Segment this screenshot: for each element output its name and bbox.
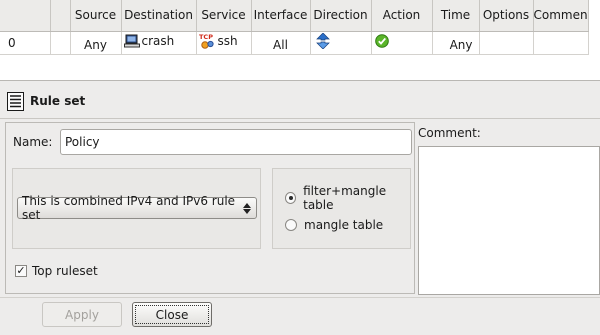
cell-source[interactable]: Any xyxy=(69,30,122,55)
radio-mangle-indicator[interactable] xyxy=(285,219,297,231)
cell-time[interactable]: Any xyxy=(431,30,480,55)
table-row[interactable]: 0 Any crash TCP ssh All Any xyxy=(0,30,589,55)
close-button[interactable]: Close xyxy=(132,302,212,327)
header-destination[interactable]: Destination xyxy=(121,0,197,32)
tcp-icon-label: TCP xyxy=(199,33,213,41)
comment-textarea[interactable] xyxy=(418,146,600,295)
header-options[interactable]: Options xyxy=(479,0,534,32)
empty-cell xyxy=(50,54,588,79)
header-time[interactable]: Time xyxy=(432,0,480,32)
table-header-row: Source Destination Service Interface Dir… xyxy=(0,0,589,32)
radio-filter-mangle-label: filter+mangle table xyxy=(303,184,387,212)
header-spacer xyxy=(50,0,71,32)
header-service[interactable]: Service xyxy=(196,0,252,32)
radio-mangle[interactable]: mangle table xyxy=(285,218,383,232)
bottom-separator xyxy=(0,297,600,298)
service-label: ssh xyxy=(217,34,238,48)
header-action[interactable]: Action xyxy=(371,0,433,32)
header-separator xyxy=(0,118,600,119)
select-arrows-icon xyxy=(242,201,252,215)
address-family-group: This is combined IPv4 and IPv6 rule set xyxy=(12,168,261,249)
host-icon xyxy=(123,34,140,48)
top-ruleset-label: Top ruleset xyxy=(32,264,98,278)
header-source[interactable]: Source xyxy=(70,0,122,32)
rules-table: Source Destination Service Interface Dir… xyxy=(0,0,589,79)
cell-service[interactable]: TCP ssh xyxy=(195,30,252,55)
comment-label: Comment: xyxy=(418,126,481,140)
address-family-select[interactable]: This is combined IPv4 and IPv6 rule set xyxy=(17,194,257,222)
empty-cell xyxy=(0,54,50,79)
row-spacer xyxy=(49,30,71,55)
top-ruleset-checkbox[interactable]: ✓ xyxy=(15,265,27,277)
ruleset-properties-panel: Name: This is combined IPv4 and IPv6 rul… xyxy=(5,122,415,294)
tcp-service-icon: TCP xyxy=(199,33,214,49)
name-label: Name: xyxy=(13,135,53,149)
header-direction[interactable]: Direction xyxy=(310,0,372,32)
ruleset-title: Rule set xyxy=(30,94,86,108)
rules-table-area: Source Destination Service Interface Dir… xyxy=(0,0,600,81)
table-option-group: filter+mangle table mangle table xyxy=(272,168,411,249)
ruleset-icon xyxy=(7,91,24,111)
ruleset-header: Rule set xyxy=(0,85,600,117)
radio-mangle-label: mangle table xyxy=(304,218,384,232)
header-comment[interactable]: Comment xyxy=(533,0,589,32)
radio-filter-mangle[interactable]: filter+mangle table xyxy=(285,184,410,212)
header-rownum xyxy=(0,0,51,32)
cell-direction[interactable] xyxy=(309,30,372,55)
accept-icon xyxy=(374,34,389,48)
table-empty-row xyxy=(0,54,588,79)
cell-comment[interactable] xyxy=(532,30,589,55)
both-directions-icon xyxy=(315,32,330,50)
address-family-selected-text: This is combined IPv4 and IPv6 rule set xyxy=(22,194,236,222)
destination-label: crash xyxy=(141,34,175,48)
apply-button[interactable]: Apply xyxy=(42,302,122,327)
name-input[interactable] xyxy=(60,129,412,155)
cell-action[interactable] xyxy=(370,30,433,55)
top-ruleset-checkbox-row[interactable]: ✓ Top ruleset xyxy=(15,264,98,278)
cell-destination[interactable]: crash xyxy=(120,30,197,55)
cell-options[interactable] xyxy=(478,30,534,55)
radio-filter-mangle-indicator[interactable] xyxy=(285,192,297,204)
header-interface[interactable]: Interface xyxy=(251,0,311,32)
row-number[interactable]: 0 xyxy=(0,30,51,55)
cell-interface[interactable]: All xyxy=(250,30,311,55)
